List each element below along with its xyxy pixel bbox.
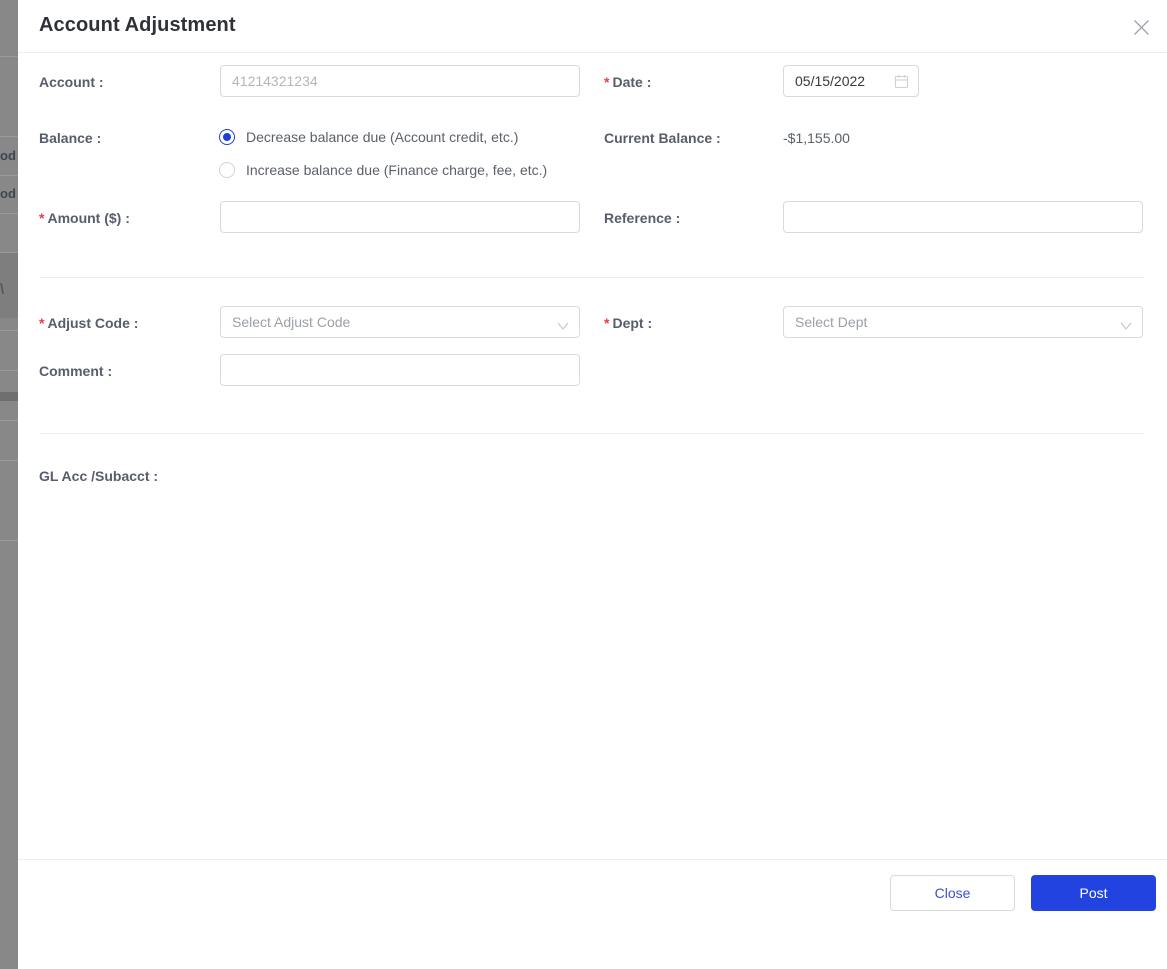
reference-label-text: Reference : (604, 210, 681, 226)
comment-input[interactable] (220, 354, 580, 386)
required-asterisk: * (39, 210, 45, 226)
dept-label: * Dept : (604, 313, 652, 333)
amount-label: * Amount ($) : (39, 208, 130, 228)
post-button[interactable]: Post (1031, 875, 1156, 911)
gl-acc-label-text: GL Acc /Subacct : (39, 468, 159, 484)
dept-placeholder: Select Dept (795, 314, 868, 330)
section-divider (40, 433, 1144, 434)
required-asterisk: * (39, 315, 45, 331)
amount-label-text: Amount ($) : (47, 210, 130, 226)
dialog-body: Account : *Date : 05/15/2022 Balance : D (18, 53, 1167, 859)
gl-acc-label: GL Acc /Subacct : (39, 466, 158, 486)
radio-increase-balance[interactable]: Increase balance due (Finance charge, fe… (219, 162, 547, 178)
dialog-footer: Close Post (18, 859, 1167, 969)
adjust-code-select[interactable]: Select Adjust Code (220, 306, 580, 338)
chevron-down-icon[interactable] (557, 318, 569, 336)
page-title: Account Adjustment (39, 14, 236, 36)
section-divider (40, 277, 1144, 278)
comment-label: Comment : (39, 361, 112, 381)
current-balance-value: -$1,155.00 (783, 130, 850, 146)
dept-select[interactable]: Select Dept (783, 306, 1143, 338)
reference-label: Reference : (604, 208, 680, 228)
required-asterisk: * (604, 315, 610, 331)
current-balance-label-text: Current Balance : (604, 130, 721, 146)
account-adjustment-dialog: Account Adjustment Account : *Date : 05/… (18, 0, 1167, 969)
close-icon[interactable] (1126, 12, 1156, 42)
radio-decrease-balance[interactable]: Decrease balance due (Account credit, et… (219, 129, 518, 145)
account-label: Account : (39, 72, 104, 92)
dept-label-text: Dept : (612, 315, 653, 331)
account-label-text: Account : (39, 74, 104, 90)
adjust-code-label: * Adjust Code : (39, 313, 138, 333)
radio-decrease-indicator[interactable] (219, 129, 235, 145)
adjust-code-placeholder: Select Adjust Code (232, 314, 351, 330)
calendar-icon[interactable] (894, 74, 909, 94)
comment-label-text: Comment : (39, 363, 113, 379)
dialog-header: Account Adjustment (18, 0, 1167, 53)
balance-label: Balance : (39, 128, 101, 148)
date-value: 05/15/2022 (795, 73, 866, 89)
current-balance-label: Current Balance : (604, 128, 721, 148)
required-asterisk: * (604, 74, 610, 90)
amount-input[interactable] (220, 201, 580, 233)
chevron-down-icon[interactable] (1120, 318, 1132, 336)
radio-increase-label: Increase balance due (Finance charge, fe… (246, 162, 548, 178)
close-button[interactable]: Close (890, 875, 1015, 911)
adjust-code-label-text: Adjust Code : (47, 315, 139, 331)
date-label: * Date : (604, 72, 651, 92)
date-picker[interactable]: 05/15/2022 (783, 65, 919, 97)
radio-increase-indicator[interactable] (219, 162, 235, 178)
reference-input[interactable] (783, 201, 1143, 233)
radio-decrease-label: Decrease balance due (Account credit, et… (246, 129, 519, 145)
balance-label-text: Balance : (39, 130, 102, 146)
date-label-text: Date : (612, 74, 652, 90)
account-input[interactable] (220, 65, 580, 97)
